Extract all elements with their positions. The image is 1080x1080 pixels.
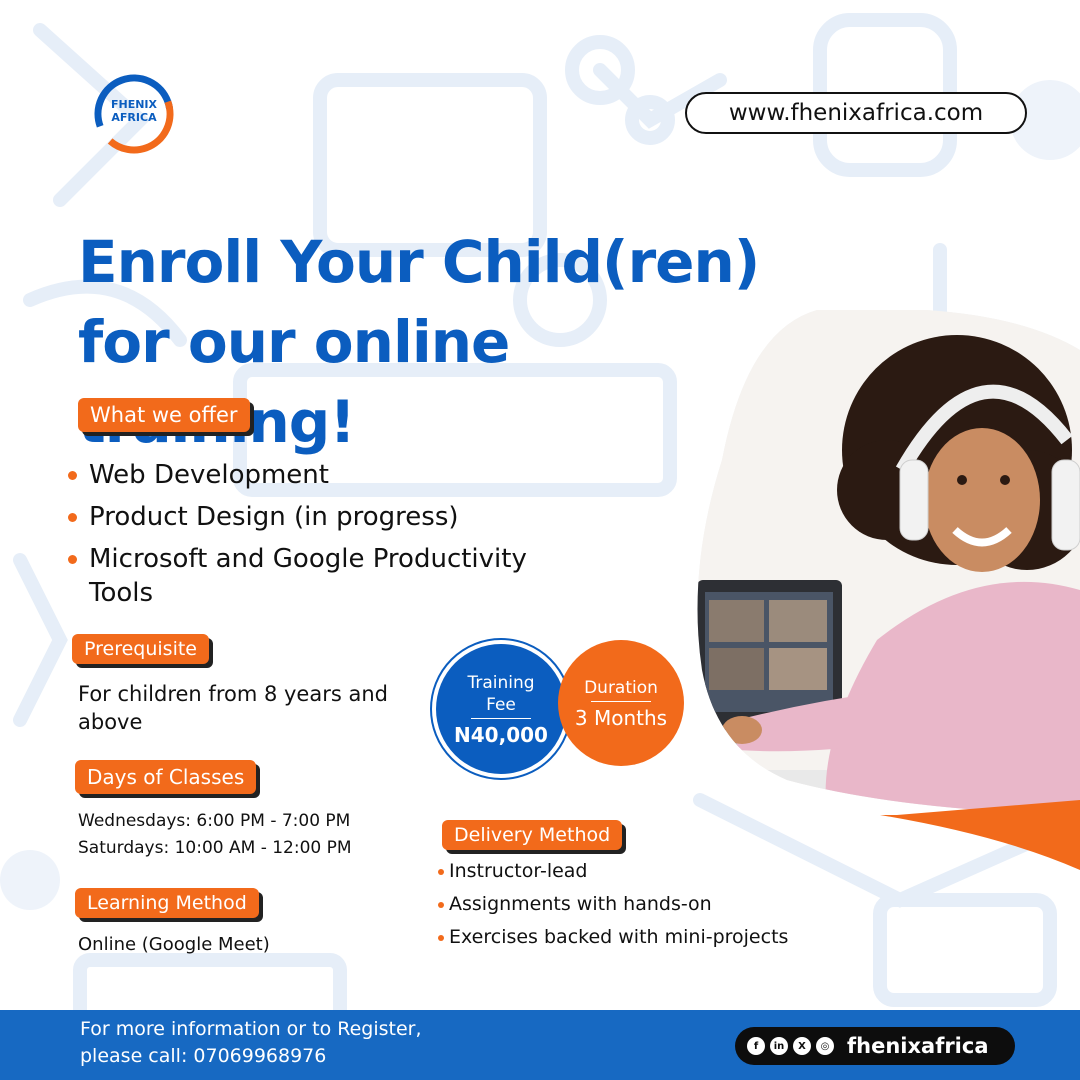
orange-accent-shape [880, 815, 1080, 870]
duration-value: 3 Months [574, 705, 668, 730]
footer-phone[interactable]: please call: 07069968976 [80, 1043, 640, 1070]
child-with-headphones-photo [697, 310, 1080, 815]
offer-item: Product Design (in progress) [68, 500, 628, 534]
social-handle: fhenixafrica [847, 1034, 989, 1058]
offer-item: Microsoft and Google Productivity Tools [68, 542, 628, 610]
training-fee-label: Training Fee [467, 672, 535, 715]
x-icon[interactable]: X [793, 1037, 811, 1055]
bullet-icon [68, 471, 77, 480]
offer-item: Web Development [68, 458, 628, 492]
offer-list: Web Development Product Design (in progr… [68, 458, 628, 618]
learning-method-text: Online (Google Meet) [78, 934, 270, 955]
bullet-icon [438, 902, 444, 908]
divider [471, 717, 531, 719]
training-fee-value: N40,000 [454, 722, 548, 747]
what-we-offer-tag: What we offer [78, 398, 250, 432]
footer-contact: For more information or to Register, ple… [80, 1016, 640, 1070]
duration-label: Duration [584, 677, 658, 698]
bullet-icon [438, 935, 444, 941]
logo-text: FHENIX AFRICA [110, 98, 157, 124]
days-of-classes-tag: Days of Classes [75, 760, 257, 794]
divider [591, 700, 651, 702]
social-handle-pill[interactable]: f in X ◎ fhenixafrica [735, 1027, 1015, 1065]
headline-line-2: for our online training! [78, 308, 510, 456]
delivery-list: Instructor-lead Assignments with hands-o… [438, 858, 898, 957]
facebook-icon[interactable]: f [747, 1037, 765, 1055]
instagram-icon[interactable]: ◎ [816, 1037, 834, 1055]
fhenix-logo: FHENIX AFRICA [92, 72, 176, 156]
bullet-icon [68, 513, 77, 522]
delivery-item: Instructor-lead [438, 858, 898, 884]
schedule-line: Wednesdays: 6:00 PM - 7:00 PM [78, 811, 351, 831]
delivery-method-tag: Delivery Method [442, 820, 623, 850]
bullet-icon [68, 555, 77, 564]
delivery-item: Exercises backed with mini-projects [438, 924, 898, 950]
training-fee-badge: Training Fee N40,000 [436, 644, 566, 774]
website-url[interactable]: www.fhenixafrica.com [685, 92, 1027, 134]
schedule-line: Saturdays: 10:00 AM - 12:00 PM [78, 838, 352, 858]
learning-method-tag: Learning Method [75, 888, 259, 918]
prerequisite-tag: Prerequisite [72, 634, 209, 664]
bullet-icon [438, 869, 444, 875]
prerequisite-text: For children from 8 years and above [78, 682, 388, 734]
footer-line-1: For more information or to Register, [80, 1018, 422, 1040]
duration-badge: Duration 3 Months [558, 640, 684, 766]
linkedin-icon[interactable]: in [770, 1037, 788, 1055]
delivery-item: Assignments with hands-on [438, 891, 898, 917]
headline-line-1: Enroll Your Child(ren) [78, 228, 760, 296]
class-schedule: Wednesdays: 6:00 PM - 7:00 PM Saturdays:… [78, 808, 438, 862]
